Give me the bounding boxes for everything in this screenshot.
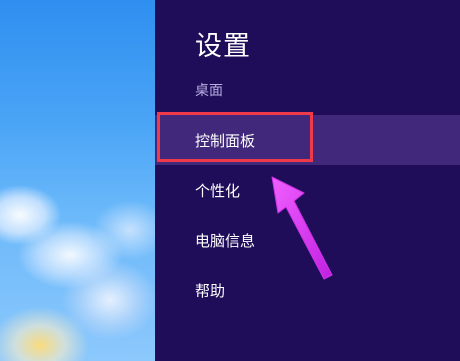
settings-subtitle: 桌面 (195, 83, 223, 99)
menu-item-label: 电脑信息 (195, 232, 256, 250)
highlight-annotation-box (157, 112, 313, 162)
settings-charm-panel: 设置 桌面 控制面板 个性化 电脑信息 帮助 (155, 0, 460, 361)
menu-item-label: 个性化 (195, 182, 241, 200)
desktop-wallpaper (0, 0, 155, 361)
menu-item-label: 帮助 (195, 282, 226, 300)
settings-title: 设置 (195, 31, 251, 62)
annotation-arrow-icon (271, 176, 333, 280)
